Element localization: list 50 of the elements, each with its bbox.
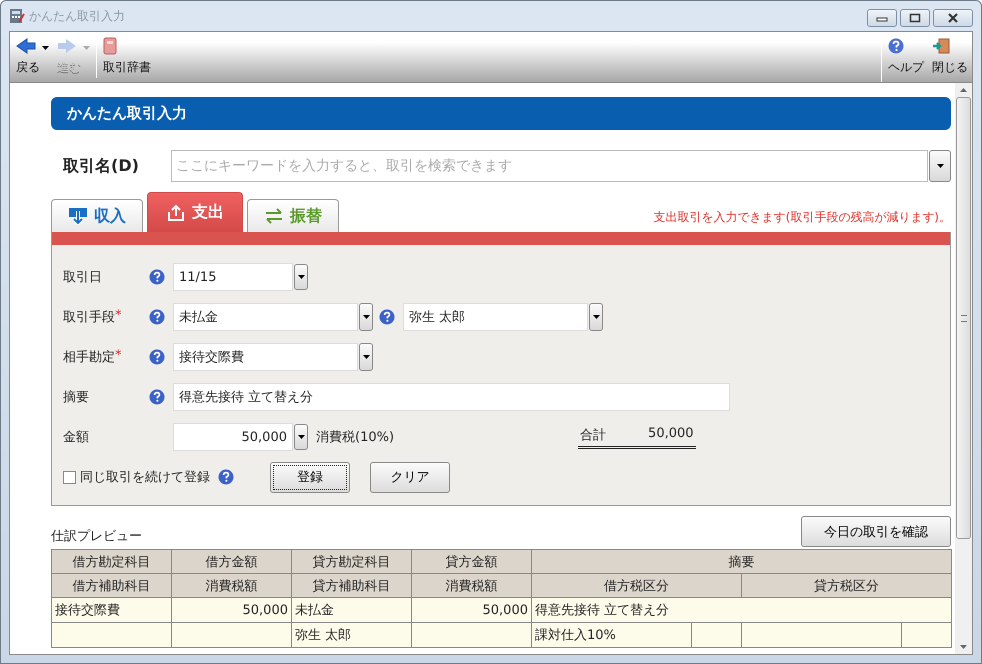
form-button[interactable]: クリア (370, 462, 450, 492)
field-label: 取引手段 (63, 309, 115, 326)
required-mark: * (115, 348, 122, 365)
form-button[interactable]: 登録 (270, 462, 350, 492)
table-cell: 弥生 太郎 (292, 622, 412, 648)
column-header: 貸方税区分 (742, 574, 952, 598)
search-field[interactable]: ここにキーワードを入力すると、取引を検索できます (171, 150, 928, 182)
tax-label: 消費税(10%) (316, 429, 394, 446)
account-field[interactable]: 接待交際費 (173, 343, 358, 371)
toolbar-button[interactable]: ヘルプ (884, 32, 928, 82)
table-cell: 50,000 (412, 598, 532, 622)
toolbar-button[interactable]: 取引辞書 (99, 32, 155, 82)
window-title: かんたん取引入力 (29, 8, 125, 24)
field-label: 摘要 (63, 389, 89, 406)
field-label: 相手勘定 (63, 349, 115, 366)
confirm-button[interactable]: 今日の取引を確認 (801, 516, 951, 547)
total-value: 50,000 (648, 426, 694, 442)
column-header: 貸方勘定科目 (292, 550, 412, 574)
column-header: 貸方金額 (412, 550, 532, 574)
column-header: 消費税額 (172, 574, 292, 598)
table-cell: 50,000 (172, 598, 292, 622)
table-cell: 接待交際費 (52, 598, 172, 622)
date-field[interactable]: 11/15 (173, 263, 293, 291)
total-label: 合計 (580, 426, 606, 444)
tab-hint: 支出取引を入力できます(取引手段の残高が減ります)。 (654, 209, 951, 226)
page-header: かんたん取引入力 (51, 97, 951, 130)
sub-account-field[interactable]: 弥生 太郎 (403, 303, 588, 331)
field-label: 取引名(D) (62, 156, 140, 176)
toolbar-button[interactable]: 閉じる (928, 32, 972, 82)
table-cell: 得意先接待 立て替え分 (532, 598, 952, 622)
tab[interactable]: 収入 (51, 199, 143, 232)
amount-field[interactable]: 50,000 (173, 423, 293, 451)
field-label: 金額 (63, 429, 90, 446)
required-mark: * (115, 308, 122, 325)
tab[interactable]: 支出 (147, 192, 243, 232)
payment-method-field[interactable]: 未払金 (173, 303, 358, 331)
toolbar-button[interactable]: 戻る (12, 32, 53, 82)
table-cell: 課対仕入10% (532, 622, 692, 648)
column-header: 貸方補助科目 (292, 574, 412, 598)
checkbox-label[interactable]: 同じ取引を続けて登録 (80, 468, 210, 486)
section-title: 仕訳プレビュー (51, 528, 142, 546)
column-header: 借方勘定科目 (52, 550, 172, 574)
description-field[interactable]: 得意先接待 立て替え分 (173, 383, 730, 411)
column-header: 借方補助科目 (52, 574, 172, 598)
column-header: 借方金額 (172, 550, 292, 574)
column-header: 消費税額 (412, 574, 532, 598)
table-cell: 未払金 (292, 598, 412, 622)
column-header: 借方税区分 (532, 574, 742, 598)
field-label: 取引日 (63, 269, 102, 286)
column-header: 摘要 (532, 550, 952, 574)
